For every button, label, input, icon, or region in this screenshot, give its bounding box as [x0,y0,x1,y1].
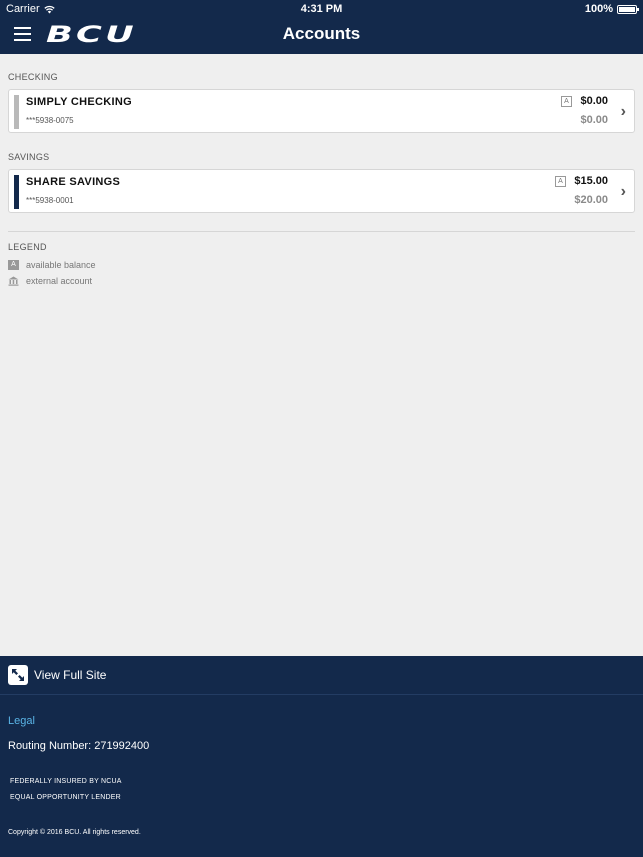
available-balance-icon: A [561,96,572,107]
account-accent-bar [14,95,19,129]
account-name: SHARE SAVINGS [26,176,121,188]
account-card-simply-checking[interactable]: SIMPLY CHECKING ***5938-0075 A $0.00 $0.… [8,89,635,133]
legal-link[interactable]: Legal [8,715,35,727]
legend-item-available: A available balance [8,260,96,270]
status-time: 4:31 PM [300,3,343,15]
battery-percent: 100% [584,3,613,15]
current-balance: $20.00 [574,194,608,206]
available-balance-icon: A [8,260,19,270]
ncua-notice: FEDERALLY INSURED BY NCUA [10,778,122,785]
section-label-checking: CHECKING [8,72,58,82]
available-balance: $0.00 [580,95,608,107]
chevron-right-icon: › [620,183,626,200]
account-number: ***5938-0001 [26,196,74,205]
footer: View Full Site Legal Routing Number: 271… [0,656,643,857]
account-card-share-savings[interactable]: SHARE SAVINGS ***5938-0001 A $15.00 $20.… [8,169,635,213]
section-divider [8,231,635,232]
copyright: Copyright © 2016 BCU. All rights reserve… [8,829,141,836]
battery-icon [617,4,639,14]
chevron-right-icon: › [620,103,626,120]
account-accent-bar [14,175,19,209]
legend-item-external: external account [8,276,92,286]
legend-label: external account [26,276,93,286]
legend-title: LEGEND [8,242,47,252]
app-header: Carrier 4:31 PM 100% BCU Accounts [0,0,643,54]
battery-indicator: 100% [584,3,639,15]
status-bar: Carrier 4:31 PM 100% [0,0,643,18]
section-label-savings: SAVINGS [8,152,50,162]
account-name: SIMPLY CHECKING [26,96,132,108]
equal-lender-notice: EQUAL OPPORTUNITY LENDER [10,794,121,801]
bank-icon [8,276,19,286]
available-balance-icon: A [555,176,566,187]
expand-icon [8,665,28,685]
current-balance: $0.00 [580,114,608,126]
routing-number: Routing Number: 271992400 [8,740,150,752]
page-title: Accounts [282,24,361,43]
legend-label: available balance [26,260,96,270]
view-full-site-label: View Full Site [34,668,107,682]
view-full-site-button[interactable]: View Full Site [0,656,643,695]
account-number: ***5938-0075 [26,116,74,125]
available-balance: $15.00 [574,175,608,187]
